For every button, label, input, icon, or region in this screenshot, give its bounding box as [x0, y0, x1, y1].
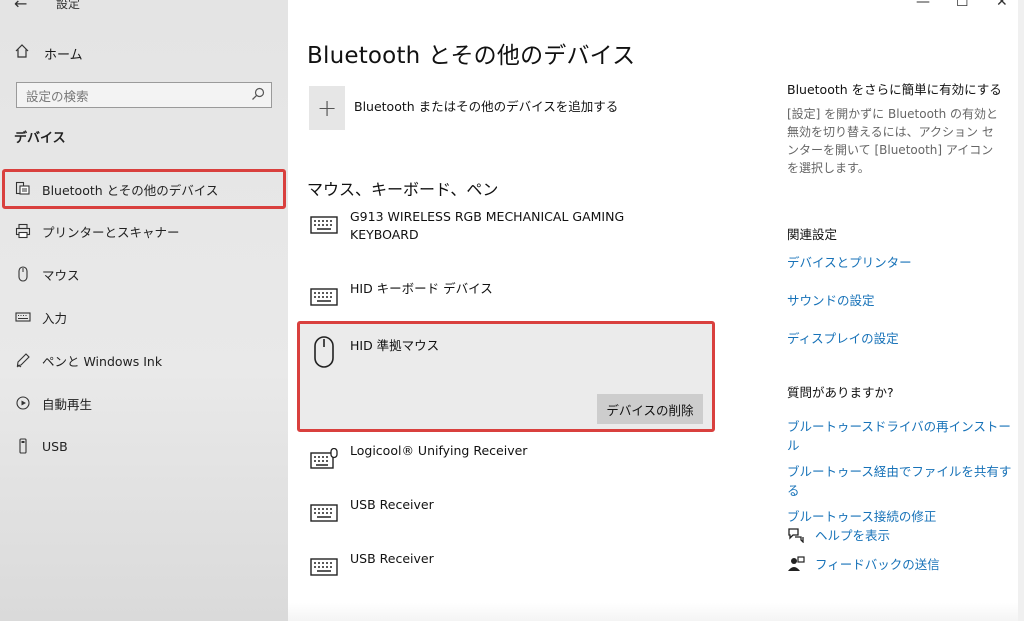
bluetooth-tip-heading: Bluetooth をさらに簡単に有効にする	[787, 82, 1002, 97]
keyboard-mouse-icon	[310, 448, 338, 469]
link-sound-settings[interactable]: サウンドの設定	[787, 290, 1017, 309]
minimize-button[interactable]: —	[916, 0, 930, 10]
sidebar-item-usb[interactable]: USB	[0, 429, 288, 463]
mouse-icon	[314, 336, 334, 368]
page-title: Bluetooth とその他のデバイス	[307, 43, 636, 69]
add-device-row[interactable]: + Bluetooth またはその他のデバイスを追加する	[309, 86, 618, 130]
search-icon[interactable]	[251, 87, 265, 101]
remove-device-button[interactable]: デバイスの削除	[597, 394, 703, 424]
device-name: HID 準拠マウス	[350, 338, 440, 353]
keyboard-icon	[310, 558, 338, 576]
plus-icon: +	[316, 94, 338, 122]
bluetooth-devices-icon	[14, 180, 32, 198]
feedback-link[interactable]: フィードバックの送信	[787, 554, 940, 573]
keyboard-icon	[310, 216, 338, 234]
add-device-button[interactable]: +	[309, 86, 345, 130]
close-button[interactable]: ✕	[996, 0, 1008, 10]
sidebar-section-devices: デバイス	[14, 131, 66, 146]
settings-search-input[interactable]: 設定の検索	[16, 82, 272, 108]
sidebar-item-label: マウス	[42, 267, 80, 283]
feedback-label: フィードバックの送信	[815, 557, 940, 572]
get-help-link[interactable]: ヘルプを表示	[787, 525, 890, 544]
get-help-label: ヘルプを表示	[815, 528, 891, 543]
keyboard-icon	[310, 288, 338, 306]
pen-icon	[14, 351, 32, 369]
device-name: USB Receiver	[350, 551, 434, 566]
bottom-fade	[288, 603, 1024, 621]
sidebar-item-label: Bluetooth とその他のデバイス	[42, 182, 219, 198]
printer-icon	[14, 222, 32, 240]
sidebar: ← 設定 ホーム 設定の検索 デバイス Bluetooth とその他のデバイス …	[0, 0, 288, 621]
sidebar-item-pen[interactable]: ペンと Windows Ink	[0, 343, 288, 377]
app-title: 設定	[56, 0, 81, 11]
search-placeholder: 設定の検索	[26, 88, 89, 104]
device-item[interactable]: USB Receiver	[310, 496, 650, 524]
device-item[interactable]: HID キーボード デバイス	[310, 280, 650, 308]
sidebar-home-label: ホーム	[44, 47, 83, 63]
link-display-settings[interactable]: ディスプレイの設定	[787, 328, 1017, 347]
sidebar-item-label: 入力	[42, 310, 68, 326]
feedback-icon	[788, 555, 805, 571]
related-settings: 関連設定 デバイスとプリンター サウンドの設定 ディスプレイの設定	[787, 224, 1017, 347]
sidebar-item-label: プリンターとスキャナー	[42, 224, 180, 240]
bluetooth-tip: Bluetooth をさらに簡単に有効にする [設定] を開かずに Blueto…	[787, 79, 1017, 177]
sidebar-item-label: ペンと Windows Ink	[42, 353, 163, 369]
sidebar-item-autoplay[interactable]: 自動再生	[0, 386, 288, 420]
section-title-mouse-keyboard-pen: マウス、キーボード、ペン	[307, 180, 499, 199]
device-item-selected[interactable]: HID 準拠マウス デバイスの削除	[297, 321, 715, 432]
sidebar-item-label: USB	[42, 438, 68, 454]
link-reinstall-driver[interactable]: ブルートゥースドライバの再インストール	[787, 416, 1017, 454]
link-devices-printers[interactable]: デバイスとプリンター	[787, 252, 1017, 271]
sidebar-item-mouse[interactable]: マウス	[0, 257, 288, 291]
device-item[interactable]: G913 WIRELESS RGB MECHANICAL GAMING KEYB…	[310, 208, 650, 244]
device-name: HID キーボード デバイス	[350, 281, 493, 296]
sidebar-item-bluetooth[interactable]: Bluetooth とその他のデバイス	[2, 169, 286, 209]
questions: 質問がありますか? ブルートゥースドライバの再インストール ブルートゥース経由で…	[787, 382, 1017, 525]
related-settings-heading: 関連設定	[787, 227, 838, 242]
device-name: Logicool® Unifying Receiver	[350, 443, 528, 458]
link-fix-connection[interactable]: ブルートゥース接続の修正	[787, 506, 1017, 525]
device-item[interactable]: Logicool® Unifying Receiver	[310, 442, 650, 470]
sidebar-item-label: 自動再生	[42, 396, 93, 412]
bluetooth-tip-text: [設定] を開かずに Bluetooth の有効と無効を切り替えるには、アクショ…	[787, 107, 999, 175]
usb-icon	[14, 437, 32, 455]
help-chat-icon	[788, 527, 804, 543]
sidebar-item-input[interactable]: 入力	[0, 300, 288, 334]
mouse-icon	[14, 265, 32, 283]
keyboard-icon	[14, 308, 32, 326]
add-device-label[interactable]: Bluetooth またはその他のデバイスを追加する	[354, 96, 618, 115]
device-name: USB Receiver	[350, 497, 434, 512]
sidebar-home[interactable]: ホーム	[14, 42, 83, 64]
scrollbar-track[interactable]	[1018, 0, 1024, 621]
keyboard-icon	[310, 504, 338, 522]
maximize-button[interactable]: ☐	[956, 0, 969, 10]
questions-heading: 質問がありますか?	[787, 385, 894, 400]
link-share-files[interactable]: ブルートゥース経由でファイルを共有する	[787, 461, 1017, 499]
autoplay-icon	[14, 394, 32, 412]
device-item[interactable]: USB Receiver	[310, 550, 650, 578]
back-arrow-icon[interactable]: ←	[14, 0, 27, 13]
title-bar: ← 設定	[0, 0, 288, 18]
home-icon	[14, 43, 32, 63]
device-name: G913 WIRELESS RGB MECHANICAL GAMING KEYB…	[350, 209, 625, 242]
sidebar-item-printers[interactable]: プリンターとスキャナー	[0, 214, 288, 248]
